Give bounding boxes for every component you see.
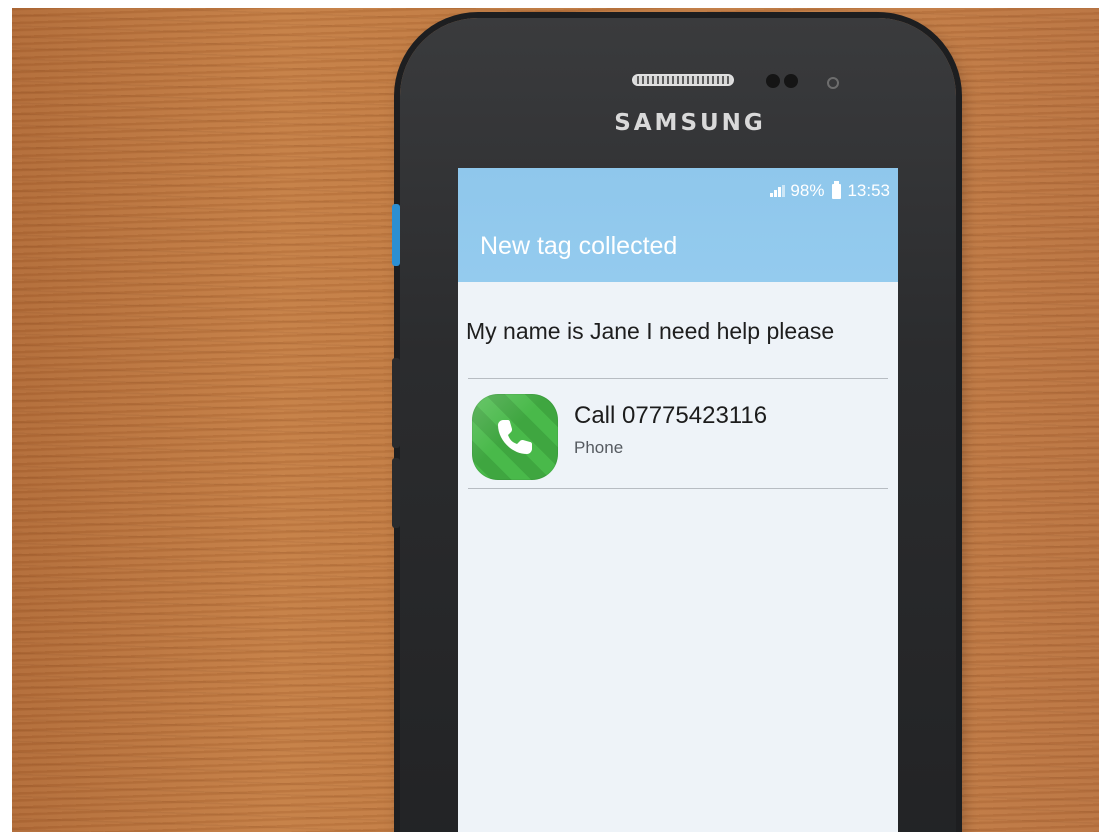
power-button [392, 458, 400, 528]
page-title: New tag collected [480, 232, 678, 260]
earpiece-speaker [632, 74, 734, 86]
smartphone: SAMSUNG 98% 13:53 New tag collected My n… [392, 18, 956, 832]
front-camera [827, 77, 839, 89]
brand-logo: SAMSUNG [614, 110, 766, 136]
phone-icon [498, 420, 532, 454]
phone-app-icon [472, 394, 558, 480]
call-app-name: Phone [574, 438, 624, 457]
battery-icon [832, 180, 842, 199]
tag-message: My name is Jane I need help please [466, 318, 835, 344]
light-sensor [784, 74, 798, 88]
app-header: 98% 13:53 New tag collected [458, 168, 898, 282]
photo-background: SAMSUNG 98% 13:53 New tag collected My n… [12, 8, 1099, 832]
divider [468, 488, 888, 489]
signal-icon [770, 185, 786, 197]
side-key [392, 204, 400, 266]
screen: 98% 13:53 New tag collected My name is J… [458, 168, 898, 832]
clock: 13:53 [847, 181, 890, 200]
call-label: Call 07775423116 [574, 402, 768, 429]
proximity-sensor [766, 74, 780, 88]
volume-button [392, 358, 400, 448]
battery-percent: 98% [790, 181, 825, 200]
call-action-item[interactable]: Call 07775423116 Phone [468, 380, 888, 486]
status-bar: 98% 13:53 [770, 180, 890, 202]
divider [468, 378, 888, 379]
